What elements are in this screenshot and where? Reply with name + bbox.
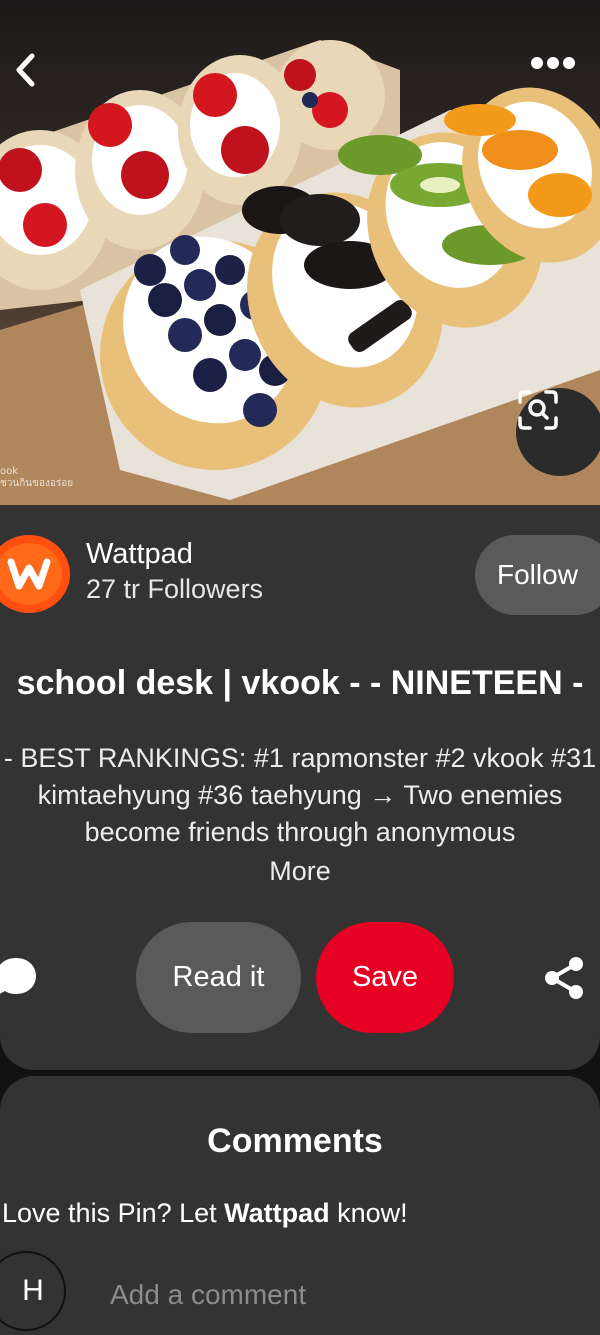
follow-button[interactable]: Follow [475,535,600,615]
creator-name[interactable]: Wattpad [86,538,193,571]
pin-title: school desk | vkook - - NINETEEN - [16,664,584,702]
comment-prompt-text: Love this Pin? Let [2,1198,225,1228]
image-watermark: ook ชวนกินของอร่อย [0,466,73,490]
comment-prompt-creator: Wattpad [224,1198,330,1228]
pin-image[interactable]: ook ชวนกินของอร่อย [0,0,600,505]
comment-input[interactable] [108,1272,552,1318]
wattpad-w-icon [7,558,51,590]
watermark-line-2: ชวนกินของอร่อย [0,478,74,489]
chevron-left-icon [16,53,35,87]
share-button[interactable] [540,954,588,1002]
visual-search-button[interactable] [516,388,600,476]
comments-title: Comments [207,1122,383,1160]
more-options-button[interactable] [530,56,590,96]
more-horizontal-icon [531,57,575,69]
pin-description: - BEST RANKINGS: #1 rapmonster #2 vkook … [3,743,597,847]
back-button[interactable] [14,52,54,96]
share-icon [545,957,583,999]
lens-icon [518,390,558,430]
comment-button[interactable] [0,954,40,1002]
more-link[interactable]: More [0,856,600,887]
save-button[interactable]: Save [316,922,454,1033]
watermark-line-1: ook [0,466,19,477]
wattpad-logo-icon [0,543,62,605]
follower-count: 27 tr Followers [86,574,264,604]
comment-prompt-text-end: know! [329,1198,408,1228]
read-it-button[interactable]: Read it [136,922,301,1033]
pin-image-illustration [0,0,600,505]
comment-bubble-icon [0,958,36,994]
comment-prompt: Love this Pin? Let Wattpad know! [2,1198,408,1229]
